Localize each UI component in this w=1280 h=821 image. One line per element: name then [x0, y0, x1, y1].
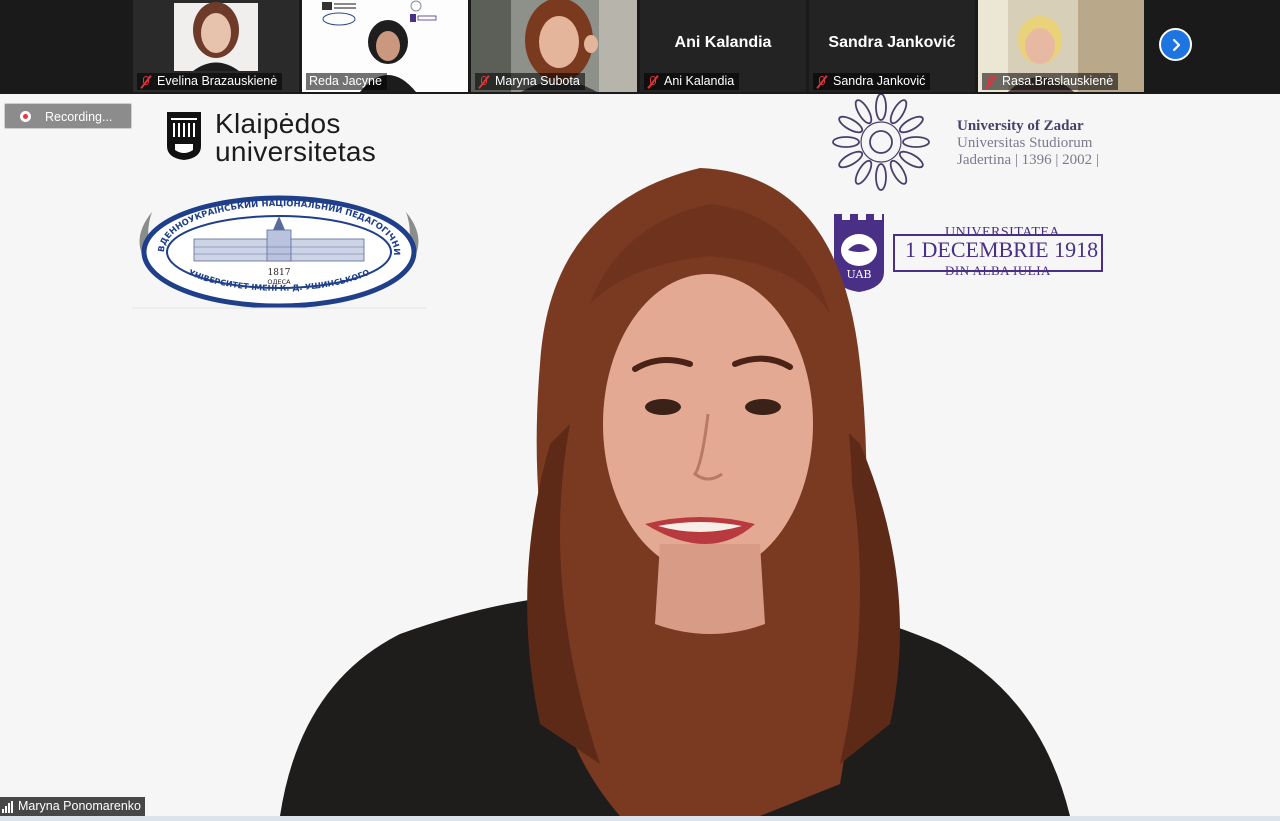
shield-icon: [167, 112, 201, 160]
participant-name: Rasa.Braslauskienė: [1002, 74, 1114, 88]
active-speaker-name: Maryna Ponomarenko: [18, 799, 141, 813]
participant-tile[interactable]: Ani Kalandia Ani Kalandia: [640, 0, 806, 92]
signal-strength-icon: [2, 800, 13, 813]
participant-name-label: Rasa.Braslauskienė: [982, 73, 1119, 90]
participant-name-label: Evelina Brazauskienė: [137, 73, 283, 90]
participant-tile[interactable]: Sandra Janković Sandra Janković: [809, 0, 975, 92]
participant-display-name: Sandra Janković: [828, 34, 956, 51]
speaker-person: [280, 168, 1070, 816]
participant-strip: Evelina Brazauskienė Reda Jacyne Maryna …: [0, 0, 1280, 94]
participant-name-label: Maryna Subota: [475, 73, 585, 90]
participant-tile[interactable]: Maryna Subota: [471, 0, 637, 92]
logo-text-line1: University of Zadar: [957, 118, 1084, 134]
logo-text-line2: Universitas Studiorum: [957, 135, 1093, 151]
participant-name: Sandra Janković: [833, 74, 926, 88]
mic-muted-icon: [647, 74, 659, 89]
klaipeda-university-logo: Klaipėdos universitetas: [167, 108, 407, 168]
participant-tile[interactable]: Evelina Brazauskienė: [133, 0, 299, 92]
bottom-edge: [0, 816, 1280, 821]
mic-muted-icon: [985, 74, 997, 89]
chevron-right-icon: [1172, 38, 1180, 51]
participant-name: Maryna Subota: [495, 74, 580, 88]
participant-display-name: Ani Kalandia: [674, 34, 772, 51]
recording-label: Recording...: [45, 110, 113, 124]
participant-name-label: Ani Kalandia: [644, 73, 740, 90]
participant-name: Ani Kalandia: [664, 74, 735, 88]
mic-muted-icon: [816, 74, 828, 89]
mic-muted-icon: [140, 74, 152, 89]
participant-name-label: Sandra Janković: [813, 73, 931, 90]
participant-name: Evelina Brazauskienė: [157, 74, 278, 88]
next-page-button[interactable]: [1159, 28, 1192, 61]
active-speaker-video: Klaipėdos universitetas ПІВДЕННОУКРАЇНСЬ…: [0, 94, 1280, 816]
participant-tile[interactable]: Reda Jacyne: [302, 0, 468, 92]
active-speaker-name-label: Maryna Ponomarenko: [0, 797, 145, 816]
participant-name-label: Reda Jacyne: [306, 73, 387, 90]
participant-name: Reda Jacyne: [309, 74, 382, 88]
record-dot-icon: [20, 111, 31, 122]
participant-tile[interactable]: Rasa.Braslauskienė: [978, 0, 1144, 92]
recording-indicator[interactable]: Recording...: [4, 103, 132, 129]
mic-muted-icon: [478, 74, 490, 89]
